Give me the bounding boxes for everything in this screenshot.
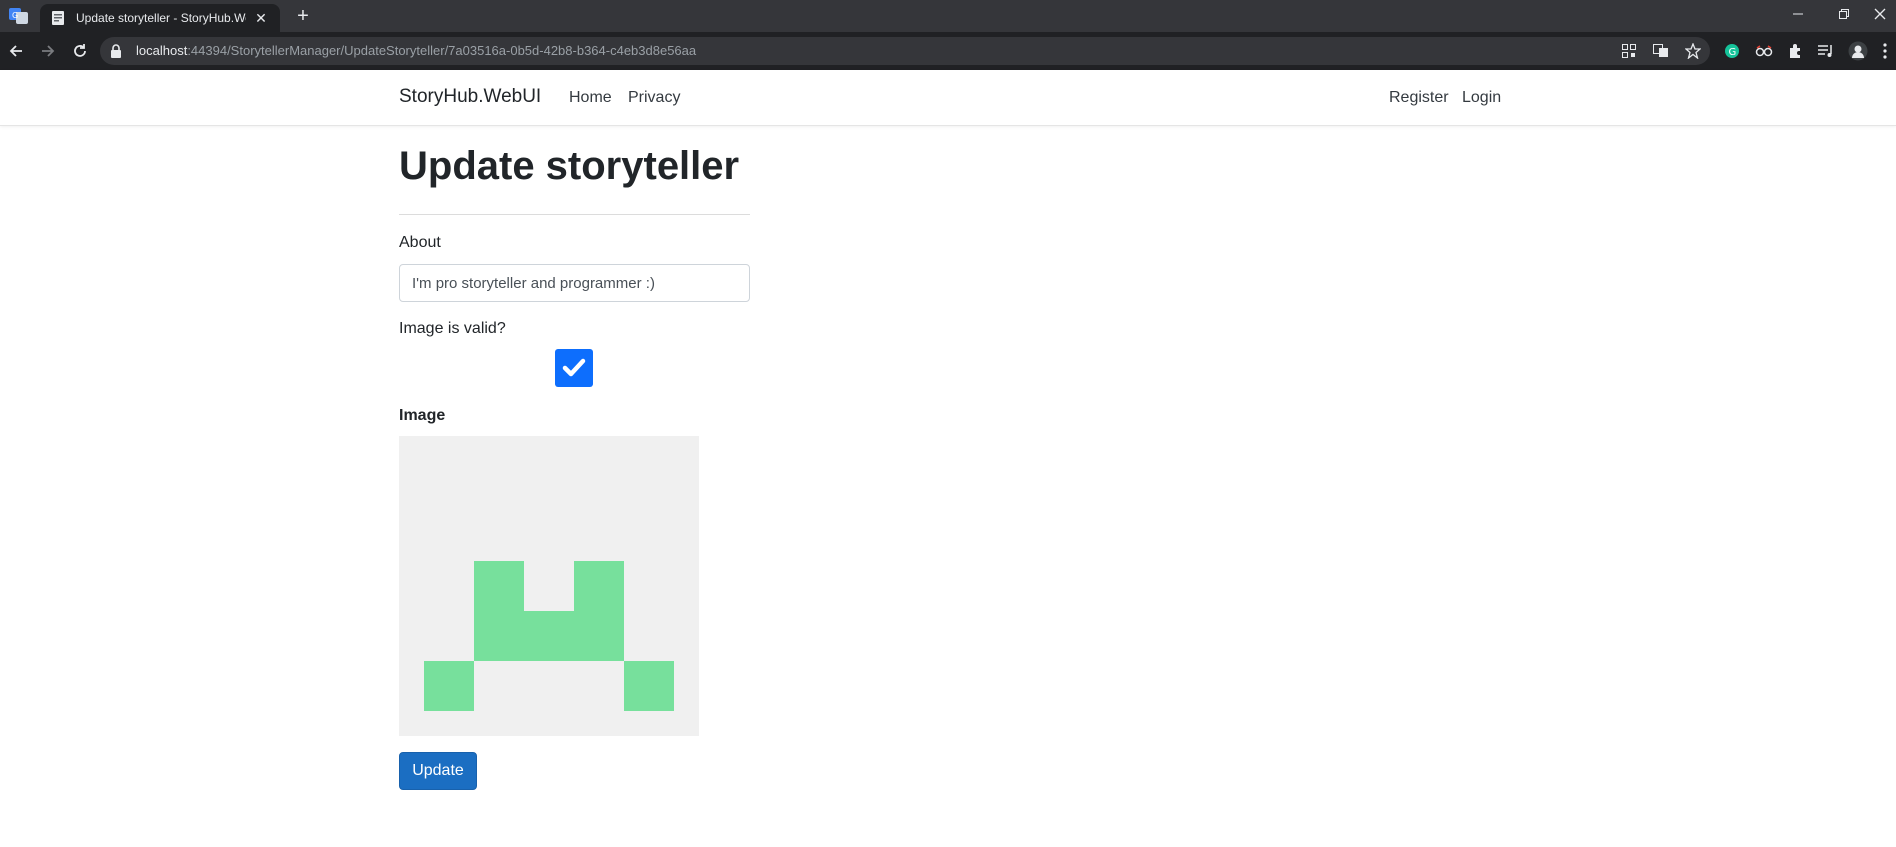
- active-tab[interactable]: Update storyteller - StoryHub.WebUI ✕: [40, 4, 280, 32]
- translate-icon[interactable]: [1652, 42, 1670, 60]
- image-label: Image: [399, 407, 446, 424]
- minimize-icon[interactable]: [1776, 0, 1820, 28]
- qr-code-icon[interactable]: [1620, 42, 1638, 60]
- site-navbar: StoryHub.WebUI Home Privacy Register Log…: [0, 70, 1896, 126]
- url-host: localhost: [136, 43, 188, 58]
- close-tab-icon[interactable]: ✕: [252, 10, 270, 27]
- nav-link-privacy[interactable]: Privacy: [628, 89, 680, 107]
- translate-app-icon[interactable]: G: [8, 6, 30, 26]
- reload-icon[interactable]: [68, 39, 92, 63]
- update-button[interactable]: Update: [399, 752, 477, 790]
- url-text[interactable]: localhost:44394/StorytellerManager/Updat…: [136, 43, 696, 58]
- forward-icon[interactable]: [36, 39, 60, 63]
- new-tab-button[interactable]: +: [290, 4, 316, 30]
- lock-icon[interactable]: [110, 44, 124, 58]
- browser-menu-icon[interactable]: [1878, 41, 1892, 61]
- brand-link[interactable]: StoryHub.WebUI: [399, 86, 541, 108]
- glasses-extension-icon[interactable]: [1754, 41, 1774, 61]
- image-valid-label: Image is valid?: [399, 320, 506, 337]
- storyteller-identicon-image: [399, 436, 699, 736]
- about-input[interactable]: [399, 264, 750, 302]
- media-queue-icon[interactable]: [1816, 41, 1836, 61]
- address-bar[interactable]: localhost:44394/StorytellerManager/Updat…: [100, 37, 1710, 65]
- url-path: :44394/StorytellerManager/UpdateStorytel…: [187, 43, 697, 58]
- restore-icon[interactable]: [1822, 0, 1866, 28]
- page-title: Update storyteller: [399, 144, 740, 188]
- profile-avatar-icon[interactable]: [1848, 41, 1868, 61]
- close-window-icon[interactable]: [1864, 0, 1896, 28]
- svg-text:G: G: [12, 11, 18, 20]
- nav-link-home[interactable]: Home: [569, 89, 612, 107]
- nav-link-register[interactable]: Register: [1389, 89, 1449, 107]
- svg-text:G: G: [1729, 47, 1737, 58]
- extensions-puzzle-icon[interactable]: [1786, 41, 1806, 61]
- nav-link-login[interactable]: Login: [1462, 89, 1501, 107]
- bookmark-star-icon[interactable]: [1684, 42, 1702, 60]
- checkmark-icon: [562, 358, 586, 377]
- back-icon[interactable]: [4, 39, 28, 63]
- grammar-extension-icon[interactable]: G: [1722, 41, 1742, 61]
- about-label: About: [399, 234, 441, 251]
- divider: [399, 214, 750, 215]
- tab-title: Update storyteller - StoryHub.WebUI: [76, 11, 246, 25]
- page-favicon-icon: [50, 10, 66, 26]
- browser-titlebar: G Update storyteller - StoryHub.WebUI ✕ …: [0, 0, 1896, 32]
- image-valid-checkbox[interactable]: [555, 349, 593, 387]
- browser-toolbar: localhost:44394/StorytellerManager/Updat…: [0, 32, 1896, 70]
